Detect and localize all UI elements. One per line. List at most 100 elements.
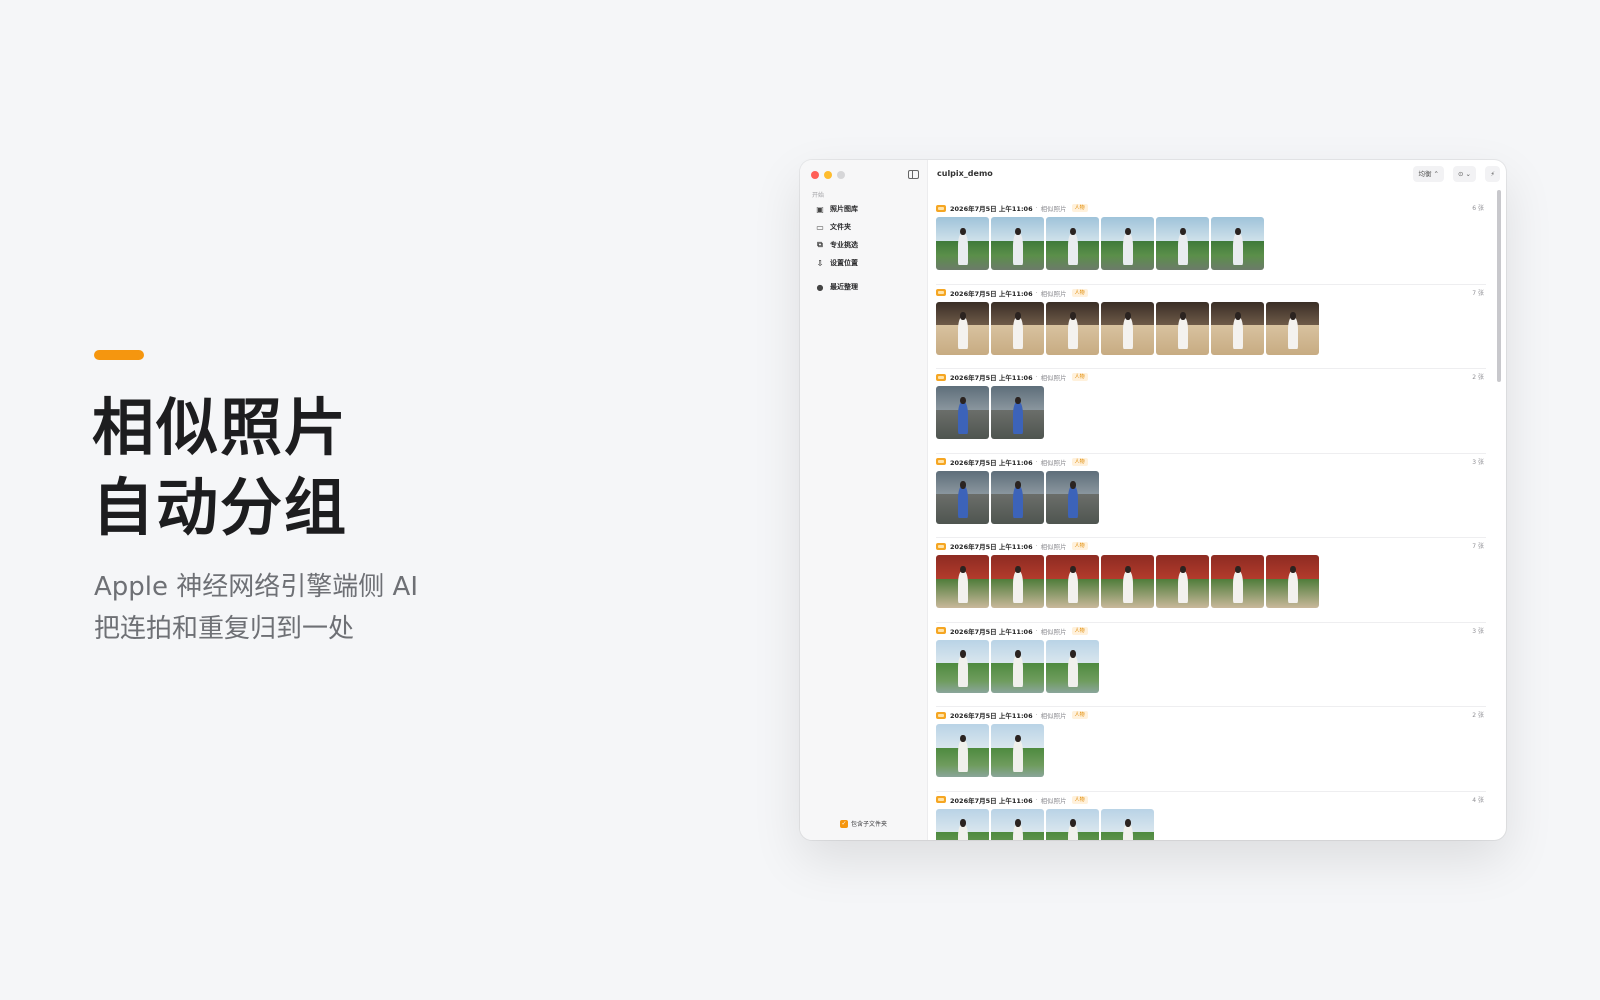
include-subfolders-checkbox[interactable]: ✓ 包含子文件夹 [840,819,887,828]
photo-thumbnail[interactable] [991,808,1044,840]
photo-thumbnail[interactable] [1046,555,1099,608]
similar-group-icon [936,542,946,550]
photo-thumbnail[interactable] [1211,555,1264,608]
photo-group[interactable]: 2026年7月5日 上午11:06 · 相似照片 人物 2 张 [936,369,1486,454]
group-separator: · [1035,373,1038,381]
wand-icon[interactable]: ⚡ [1485,166,1500,182]
thumbnail-row [936,470,1486,524]
photo-thumbnail[interactable] [936,724,989,777]
photo-thumbnail[interactable] [1046,217,1099,270]
photo-thumbnail[interactable] [936,217,989,270]
photo-thumbnail[interactable] [936,639,989,693]
sidebar-item-recent[interactable]: ● 最近整理 [814,278,922,296]
photo-thumbnail[interactable] [936,386,989,439]
hero-title-line2: 自动分组 [92,471,349,544]
group-separator: · [1035,204,1038,212]
photo-thumbnail[interactable] [1156,301,1209,355]
sidebar-item-label: 最近整理 [830,283,858,291]
similar-group-icon [936,627,946,634]
mode-select[interactable]: 均衡 ⌃ [1413,166,1444,182]
group-count: 2 张 [1472,712,1484,719]
photo-thumbnail[interactable] [1211,301,1264,355]
photo-thumbnail[interactable] [1046,470,1099,524]
sidebar: 开始 ▣ 照片图库 ▭ 文件夹 ⧉ 专业挑选 ⇩ 设置位置 ● 最近整理 ✓ 包… [800,160,928,840]
photo-thumbnail[interactable] [1101,301,1154,355]
photo-thumbnail[interactable] [936,555,989,608]
group-kind: 相似照片 [1040,543,1067,551]
photo-group[interactable]: 2026年7月5日 上午11:06 · 相似照片 人物 7 张 [936,285,1486,369]
photo-thumbnail[interactable] [1156,555,1209,608]
group-kind: 相似照片 [1040,627,1067,636]
group-date: 2026年7月5日 上午11:06 [950,289,1033,298]
sidebar-item-pro-pick[interactable]: ⧉ 专业挑选 [814,236,922,254]
group-header: 2026年7月5日 上午11:06 · 相似照片 人物 [936,457,1486,467]
group-badge: 人物 [1071,795,1088,804]
group-header: 2026年7月5日 上午11:06 · 相似照片 人物 [936,626,1486,636]
group-count: 7 张 [1472,289,1484,297]
photo-thumbnail[interactable] [936,470,989,524]
group-header: 2026年7月5日 上午11:06 · 相似照片 人物 [936,795,1486,805]
sidebar-item-photo-library[interactable]: ▣ 照片图库 [814,200,922,218]
scrollbar[interactable] [1497,190,1501,382]
photo-library-icon: ▣ [816,204,824,214]
photo-thumbnail[interactable] [991,724,1044,777]
photo-thumbnail[interactable] [991,301,1044,355]
photo-thumbnail[interactable] [1101,217,1154,270]
photo-group[interactable]: 2026年7月5日 上午11:06 · 相似照片 人物 6 张 [936,200,1486,285]
thumbnail-row [936,301,1486,355]
photo-thumbnail[interactable] [1266,555,1319,608]
group-header: 2026年7月5日 上午11:06 · 相似照片 人物 [936,710,1486,720]
photo-group[interactable]: 2026年7月5日 上午11:06 · 相似照片 人物 7 张 [936,538,1486,623]
group-count: 4 张 [1472,796,1484,804]
group-count: 3 张 [1472,458,1484,466]
sidebar-item-label: 专业挑选 [830,241,858,249]
minimize-window-button[interactable] [824,171,832,179]
similar-group-icon [936,458,946,465]
photo-thumbnail[interactable] [1211,217,1264,270]
zoom-window-button[interactable] [837,171,845,179]
app-window: 开始 ▣ 照片图库 ▭ 文件夹 ⧉ 专业挑选 ⇩ 设置位置 ● 最近整理 ✓ 包… [800,160,1506,840]
close-window-button[interactable] [811,171,819,179]
photo-thumbnail[interactable] [936,301,989,355]
sidebar-toggle-icon[interactable] [908,170,919,179]
photo-thumbnail[interactable] [991,217,1044,270]
photo-thumbnail[interactable] [991,639,1044,693]
photo-group[interactable]: 2026年7月5日 上午11:06 · 相似照片 人物 3 张 [936,623,1486,707]
group-badge: 人物 [1071,711,1088,719]
thumbnail-row [936,386,1486,439]
photo-thumbnail[interactable] [991,386,1044,439]
sidebar-item-folder[interactable]: ▭ 文件夹 [814,218,922,236]
group-kind: 相似照片 [1040,796,1067,805]
similar-group-icon [936,289,946,296]
photo-thumbnail[interactable] [1046,301,1099,355]
similar-group-icon [936,373,946,381]
thumbnail-row [936,555,1486,608]
similar-group-icon [936,204,946,212]
group-header: 2026年7月5日 上午11:06 · 相似照片 人物 [936,203,1486,213]
group-separator: · [1035,795,1038,804]
sidebar-item-location[interactable]: ⇩ 设置位置 [814,254,922,272]
photo-thumbnail[interactable] [1156,217,1209,270]
group-date: 2026年7月5日 上午11:06 [950,712,1033,720]
sidebar-nav: ▣ 照片图库 ▭ 文件夹 ⧉ 专业挑选 ⇩ 设置位置 ● 最近整理 [814,200,922,296]
filter-menu-button[interactable]: ⊙ ⌄ [1453,166,1476,182]
sidebar-item-label: 文件夹 [830,223,851,231]
photo-group[interactable]: 2026年7月5日 上午11:06 · 相似照片 人物 3 张 [936,454,1486,538]
group-date: 2026年7月5日 上午11:06 [950,205,1033,213]
photo-thumbnail[interactable] [1266,301,1319,355]
photo-group[interactable]: 2026年7月5日 上午11:06 · 相似照片 人物 4 张 [936,792,1486,840]
group-separator: · [1035,711,1038,719]
photo-thumbnail[interactable] [1101,555,1154,608]
photo-thumbnail[interactable] [991,470,1044,524]
photo-thumbnail[interactable] [991,555,1044,608]
photo-thumbnail[interactable] [1046,639,1099,693]
location-icon: ⇩ [816,258,824,268]
photo-thumbnail[interactable] [936,808,989,840]
photo-group[interactable]: 2026年7月5日 上午11:06 · 相似照片 人物 2 张 [936,707,1486,792]
group-separator: · [1035,626,1038,635]
thumbnail-row [936,217,1486,270]
photo-thumbnail[interactable] [1101,808,1154,840]
group-date: 2026年7月5日 上午11:06 [950,627,1033,636]
hero-title-line1: 相似照片 [92,391,349,464]
photo-thumbnail[interactable] [1046,808,1099,840]
